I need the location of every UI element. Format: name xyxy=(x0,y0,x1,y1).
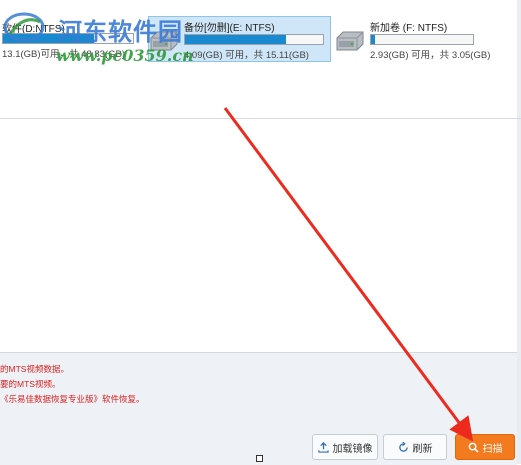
refresh-icon xyxy=(398,441,408,452)
watermark-logo-icon xyxy=(3,12,45,42)
note-line: 要的MTS视频。 xyxy=(0,379,61,389)
scrollbar-track[interactable] xyxy=(517,0,521,464)
refresh-label: 刷新 xyxy=(412,443,433,455)
scan-button[interactable]: 扫描 xyxy=(455,434,515,460)
load-image-label: 加载镜像 xyxy=(332,443,373,455)
upload-icon xyxy=(317,441,329,453)
refresh-button[interactable]: 刷新 xyxy=(383,434,447,460)
search-icon xyxy=(468,442,479,453)
note-line: 《乐易佳数据恢复专业版》软件恢复。 xyxy=(0,394,145,404)
hard-disk-icon xyxy=(336,31,364,51)
watermark-title: 河东软件园 xyxy=(58,18,183,46)
drive-usage-bar xyxy=(370,34,474,45)
scan-label: 扫描 xyxy=(482,443,503,455)
watermark-url: www.pc0359.cn xyxy=(56,46,194,65)
drive-capacity: 2.93(GB) 可用，共 3.05(GB) xyxy=(370,50,491,61)
note-line: 的MTS视频数据。 xyxy=(0,364,69,374)
drive-item-f[interactable]: 新加卷 (F: NTFS) 2.93(GB) 可用，共 3.05(GB) xyxy=(334,16,490,62)
resize-handle[interactable] xyxy=(256,455,263,462)
load-image-button[interactable]: 加载镜像 xyxy=(312,434,378,460)
drive-usage-fill xyxy=(371,35,376,44)
divider xyxy=(0,118,521,119)
watermark: 河东软件园 www.pc0359.cn xyxy=(0,6,230,65)
drive-name: 新加卷 (F: NTFS) xyxy=(370,23,448,34)
